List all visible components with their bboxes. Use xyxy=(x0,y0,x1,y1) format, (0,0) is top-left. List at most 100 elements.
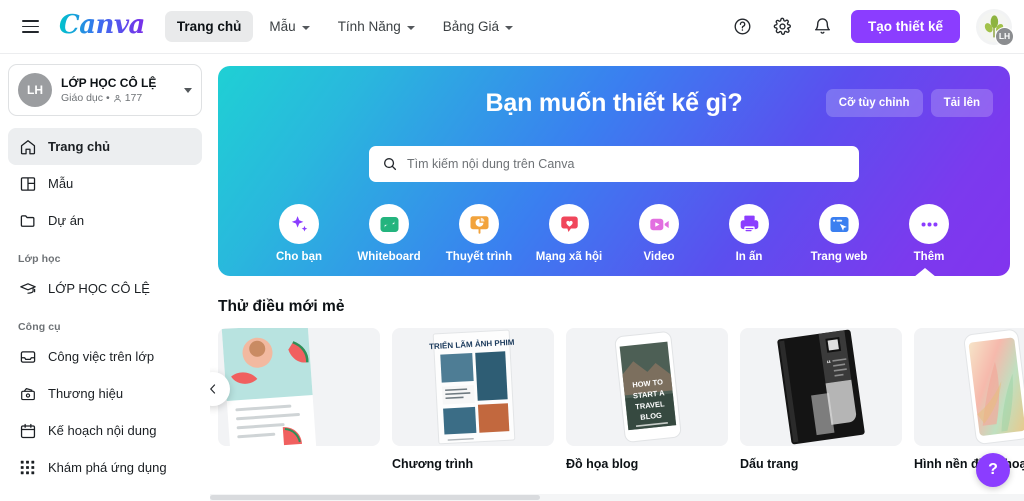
sidebar-item-brand-label: Thương hiệu xyxy=(48,386,124,401)
video-camera-icon xyxy=(639,204,679,244)
team-meta: Giáo dục • 177 xyxy=(61,92,175,104)
sidebar-group-label-tools: Công cụ xyxy=(18,321,61,333)
template-card-row: TRIỂN LÃM ẢNH PHIM Chương trình HOW TO S… xyxy=(210,328,1024,471)
sidebar-item-templates-label: Mẫu xyxy=(48,176,74,191)
sidebar-item-projects-label: Dự án xyxy=(48,213,85,228)
category-more-label: Thêm xyxy=(913,251,945,263)
create-design-button[interactable]: Tạo thiết kế xyxy=(850,10,960,43)
search-icon xyxy=(384,158,397,171)
category-presentation[interactable]: Thuyết trình xyxy=(434,204,524,263)
nav-item-templates-label: Mẫu xyxy=(269,19,296,34)
horizontal-scrollbar[interactable] xyxy=(210,494,1024,501)
bell-icon[interactable] xyxy=(807,11,839,43)
section-title-try-something-new: Thử điều mới mẻ xyxy=(218,298,345,315)
user-avatar[interactable]: LH xyxy=(976,8,1014,46)
template-card-label: Đồ họa blog xyxy=(566,457,639,471)
nav-item-home-label: Trang chủ xyxy=(176,19,242,34)
home-icon xyxy=(18,137,37,156)
hero-category-row: Cho bạn Whiteboard Thuyết trình Mạng xã … xyxy=(218,204,1010,263)
category-whiteboard-label: Whiteboard xyxy=(357,251,421,263)
sidebar-item-classwork[interactable]: Công việc trên lớp xyxy=(8,338,202,375)
nav-item-features[interactable]: Tính Năng xyxy=(326,11,427,42)
category-social-media-label: Mạng xã hội xyxy=(535,251,603,263)
nav-item-home[interactable]: Trang chủ xyxy=(164,11,254,42)
template-card[interactable]: TRIỂN LÃM ẢNH PHIM Chương trình xyxy=(392,328,554,471)
team-type: Giáo dục xyxy=(61,92,104,104)
template-card-label: Dấu trang xyxy=(740,457,799,471)
graduation-cap-icon xyxy=(18,279,37,298)
custom-size-button[interactable]: Cỡ tùy chỉnh xyxy=(825,89,923,117)
apps-grid-icon xyxy=(18,458,37,477)
team-switcher[interactable]: LH LỚP HỌC CÔ LỆ Giáo dục • 177 xyxy=(8,64,202,116)
sidebar-group-tools: Công việc trên lớp Thương hiệu Kế hoạch … xyxy=(8,338,202,486)
hero-selected-notch xyxy=(914,268,936,276)
category-more[interactable]: Thêm xyxy=(884,204,974,263)
person-icon xyxy=(114,94,121,102)
printer-icon xyxy=(729,204,769,244)
horizontal-scrollbar-thumb[interactable] xyxy=(210,495,540,500)
sidebar-item-templates[interactable]: Mẫu xyxy=(8,165,202,202)
category-video-label: Video xyxy=(643,251,675,263)
hero-search-bar[interactable]: Tìm kiếm nội dung trên Canva xyxy=(369,146,859,182)
category-for-you-label: Cho bạn xyxy=(276,251,322,263)
website-cursor-icon xyxy=(819,204,859,244)
sidebar-group-classroom: LỚP HỌC CÔ LỆ xyxy=(8,270,202,307)
help-floating-button[interactable]: ? xyxy=(976,453,1010,487)
nav-item-pricing[interactable]: Bảng Giá xyxy=(431,11,525,42)
template-icon xyxy=(18,174,37,193)
sidebar-item-home-label: Trang chủ xyxy=(48,139,111,154)
template-thumbnail-phone-wallpaper xyxy=(914,328,1024,446)
team-member-count: 177 xyxy=(124,92,143,104)
avatar-initials-badge: LH xyxy=(995,26,1014,46)
sidebar-item-projects[interactable]: Dự án xyxy=(8,202,202,239)
team-info: LỚP HỌC CÔ LỆ Giáo dục • 177 xyxy=(61,76,175,104)
sidebar-item-home[interactable]: Trang chủ xyxy=(8,128,202,165)
sidebar-item-content-planner[interactable]: Kế hoạch nội dung xyxy=(8,412,202,449)
main-content: Bạn muốn thiết kế gì? Cỡ tùy chỉnh Tải l… xyxy=(210,54,1024,501)
chevron-down-icon xyxy=(184,87,192,93)
sidebar-item-class-label: LỚP HỌC CÔ LỆ xyxy=(48,281,150,296)
nav-item-features-label: Tính Năng xyxy=(337,19,401,34)
template-card[interactable]: Hình nền điện thoại xyxy=(914,328,1024,471)
calendar-icon xyxy=(18,421,37,440)
help-icon[interactable] xyxy=(727,11,759,43)
presentation-icon xyxy=(459,204,499,244)
template-card[interactable]: “ Dấu trang xyxy=(740,328,902,471)
category-whiteboard[interactable]: Whiteboard xyxy=(344,204,434,263)
category-for-you[interactable]: Cho bạn xyxy=(254,204,344,263)
category-print-label: In ấn xyxy=(735,251,763,263)
category-print[interactable]: In ấn xyxy=(704,204,794,263)
nav-item-pricing-label: Bảng Giá xyxy=(442,19,500,34)
chevron-down-icon xyxy=(505,25,514,30)
sidebar-primary-nav: Trang chủ Mẫu Dự án xyxy=(8,128,202,239)
category-presentation-label: Thuyết trình xyxy=(445,251,513,263)
template-thumbnail-bookmark: “ xyxy=(740,328,902,446)
inbox-icon xyxy=(18,347,37,366)
main-nav: Trang chủ Mẫu Tính Năng Bảng Giá xyxy=(164,11,525,42)
social-heart-icon xyxy=(549,204,589,244)
upload-button[interactable]: Tải lên xyxy=(930,89,993,117)
template-thumbnail-blog-graphic: HOW TO START A TRAVEL BLOG xyxy=(566,328,728,446)
template-card[interactable]: HOW TO START A TRAVEL BLOG Đồ họa blog xyxy=(566,328,728,471)
canva-logo[interactable]: Canva xyxy=(59,12,147,41)
sidebar-item-apps[interactable]: Khám phá ứng dụng xyxy=(8,449,202,486)
gear-icon[interactable] xyxy=(767,11,799,43)
template-card[interactable] xyxy=(218,328,380,471)
folder-icon xyxy=(18,211,37,230)
team-name: LỚP HỌC CÔ LỆ xyxy=(61,76,157,90)
whiteboard-icon xyxy=(369,204,409,244)
canva-homepage: Canva Trang chủ Mẫu Tính Năng Bảng Giá T… xyxy=(0,0,1024,501)
nav-item-templates[interactable]: Mẫu xyxy=(257,11,321,42)
template-card-label: Chương trình xyxy=(392,457,474,471)
hero-search-placeholder: Tìm kiếm nội dung trên Canva xyxy=(407,157,575,171)
chevron-left-icon xyxy=(210,384,216,394)
sidebar-item-class[interactable]: LỚP HỌC CÔ LỆ xyxy=(8,270,202,307)
sidebar-group-label-classroom: Lớp học xyxy=(18,253,61,265)
sidebar-item-content-planner-label: Kế hoạch nội dung xyxy=(48,423,157,438)
category-website[interactable]: Trang web xyxy=(794,204,884,263)
sidebar-item-brand[interactable]: Thương hiệu xyxy=(8,375,202,412)
category-video[interactable]: Video xyxy=(614,204,704,263)
hamburger-menu-icon[interactable] xyxy=(13,10,47,44)
category-social-media[interactable]: Mạng xã hội xyxy=(524,204,614,263)
team-avatar: LH xyxy=(18,73,52,107)
